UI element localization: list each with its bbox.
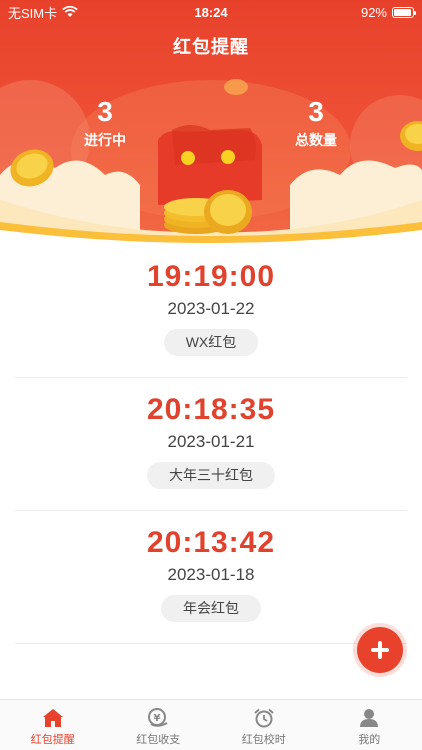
status-bar: 无SIM卡 18:24 92% (0, 0, 422, 24)
reminder-date: 2023-01-22 (167, 299, 255, 318)
tab-label: 我的 (358, 734, 381, 746)
reminder-date: 2023-01-18 (167, 565, 255, 584)
svg-text:¥: ¥ (154, 713, 161, 724)
wallet-icon: ¥ (148, 708, 168, 727)
stat-label: 总数量 (295, 132, 337, 148)
tab-reminders[interactable]: 红包提醒 (0, 700, 106, 750)
battery-level (394, 8, 411, 16)
reminder-tag: WX红包 (163, 329, 259, 356)
tab-me[interactable]: 我的 (317, 700, 422, 750)
tab-label: 红包收支 (136, 734, 181, 746)
header-banner: 无SIM卡 18:24 92% 红包提醒 3 进行中 3 总数量 (0, 0, 422, 245)
stat-in-progress: 3 进行中 (45, 96, 165, 150)
tab-label: 红包校时 (241, 734, 286, 746)
reminder-tag: 大年三十红包 (147, 462, 275, 489)
status-time: 18:24 (194, 4, 228, 20)
tab-time-sync[interactable]: 红包校时 (211, 700, 317, 750)
stat-value: 3 (97, 96, 113, 127)
tab-income-expense[interactable]: ¥ 红包收支 (106, 700, 212, 750)
reminder-tag: 年会红包 (161, 595, 261, 622)
add-reminder-button[interactable] (357, 627, 403, 673)
reminder-time: 20:13:42 (146, 526, 276, 559)
reminder-item[interactable]: 20:13:42 2023-01-18 年会红包 (15, 511, 407, 644)
page-title: 红包提醒 (173, 37, 249, 57)
battery-icon (392, 6, 416, 18)
user-icon (360, 709, 379, 727)
stat-value: 3 (308, 96, 324, 127)
tab-bar: 红包提醒 ¥ 红包收支 红包校时 我的 (0, 699, 422, 750)
plus-icon (371, 641, 389, 659)
reminder-item[interactable]: 20:18:35 2023-01-21 大年三十红包 (15, 378, 407, 511)
stat-label: 进行中 (84, 132, 126, 148)
alarm-clock-icon (254, 708, 274, 728)
tab-label: 红包提醒 (30, 734, 75, 746)
reminder-item[interactable]: 19:19:00 2023-01-22 WX红包 (15, 245, 407, 378)
divider (15, 643, 407, 644)
red-envelope-icon (158, 125, 262, 205)
reminder-date: 2023-01-21 (167, 432, 255, 451)
reminder-time: 20:18:35 (146, 393, 276, 426)
home-icon (42, 709, 63, 727)
stat-total: 3 总数量 (256, 96, 376, 150)
reminder-time: 19:19:00 (146, 260, 276, 293)
